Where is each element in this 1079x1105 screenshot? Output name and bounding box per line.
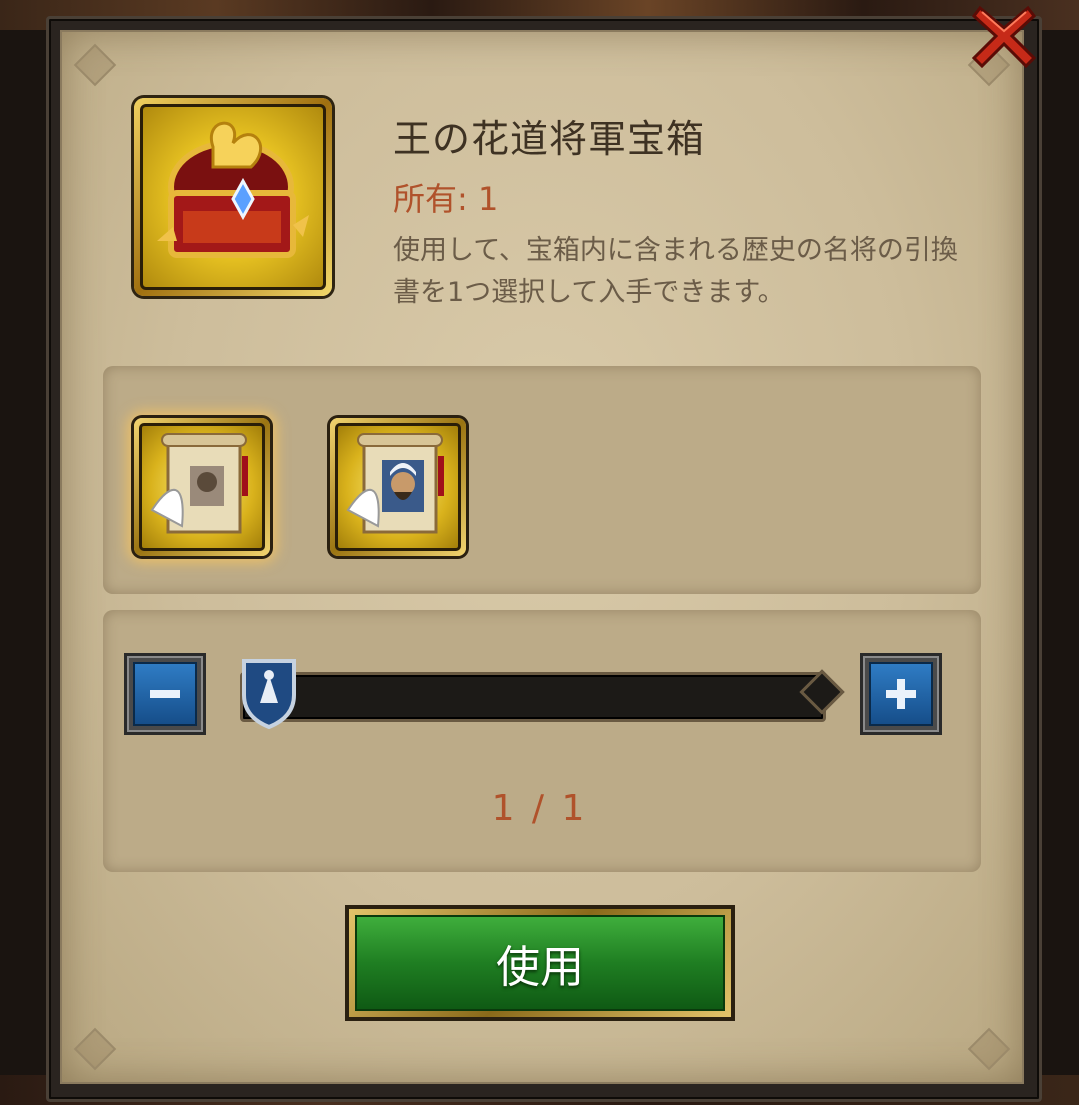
item-title: 王の花道将軍宝箱 [393, 117, 706, 161]
minus-icon [150, 690, 180, 698]
use-button-label: 使用 [496, 942, 584, 993]
corner-ornament [967, 1027, 1011, 1071]
corner-ornament [73, 1027, 117, 1071]
treasure-chest-icon [140, 104, 326, 290]
close-button[interactable] [968, 0, 1040, 72]
generic-hero-scroll-icon [139, 423, 265, 551]
quantity-display: 1 / 1 [491, 788, 588, 829]
owned-count: 所有: 1 [393, 180, 499, 218]
close-x-icon [972, 5, 1036, 68]
corner-ornament [73, 43, 117, 87]
reward-slot-1[interactable] [134, 418, 270, 556]
item-icon-frame [134, 98, 332, 296]
plus-icon [886, 679, 916, 709]
quantity-selector-area [103, 610, 981, 872]
reward-slot-2[interactable] [330, 418, 466, 556]
item-description: 使用して、宝箱内に含まれる歴史の名将の引換書を1つ選択して入手できます。 [393, 235, 958, 308]
quantity-slider-track[interactable] [240, 672, 826, 722]
quantity-slider-thumb[interactable] [240, 655, 298, 730]
use-button[interactable]: 使用 [345, 905, 735, 1021]
general-portrait-scroll-icon [335, 423, 461, 551]
decrease-button[interactable] [124, 653, 206, 735]
increase-button[interactable] [860, 653, 942, 735]
shield-knob-icon [242, 659, 296, 730]
